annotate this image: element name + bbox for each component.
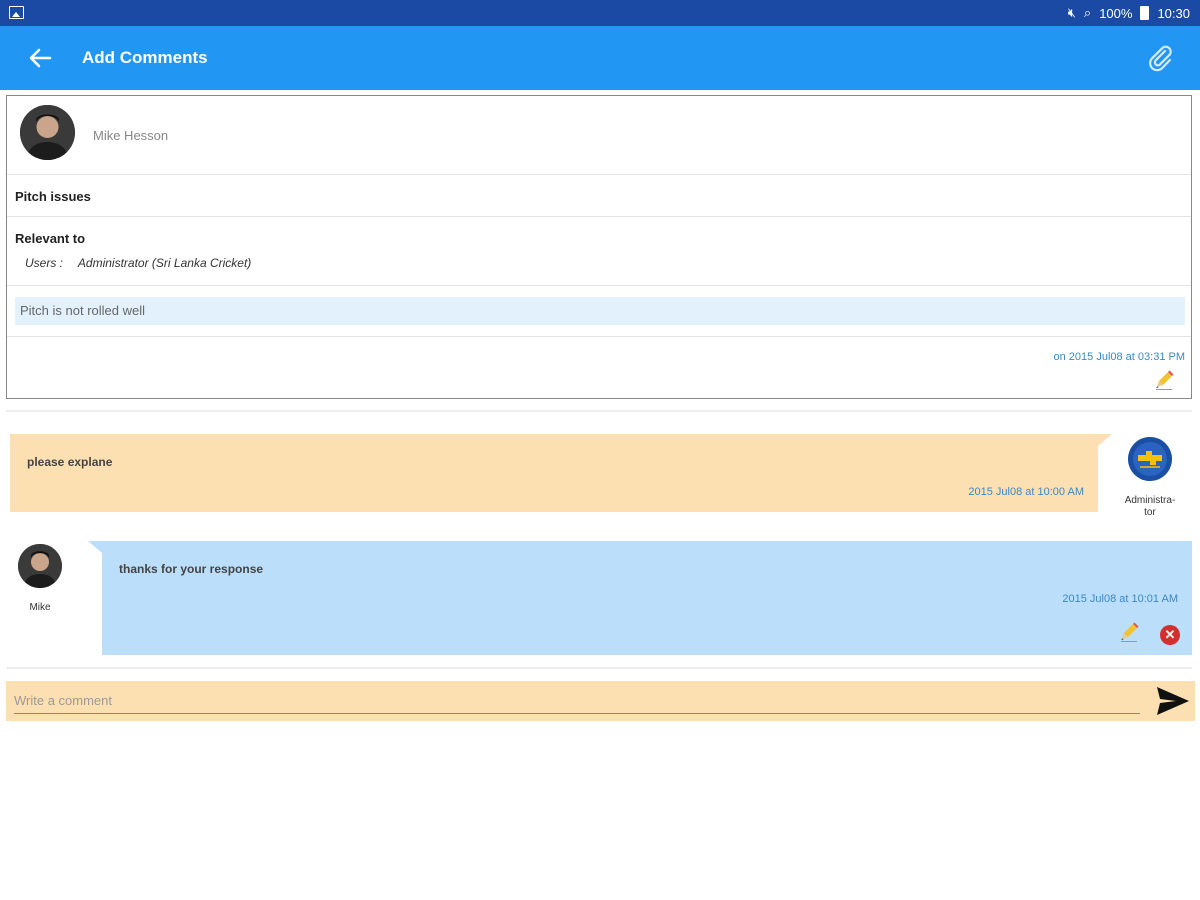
bubble-tail: [88, 541, 102, 553]
back-arrow-icon[interactable]: [24, 42, 56, 74]
user-username: Mike: [29, 602, 51, 613]
separator: [7, 285, 1191, 286]
attachment-icon[interactable]: [1144, 42, 1176, 74]
separator: [7, 216, 1191, 217]
section-divider: [6, 667, 1192, 669]
separator: [7, 336, 1191, 337]
edit-pencil-icon[interactable]: [1118, 621, 1140, 643]
section-divider: [6, 410, 1192, 412]
delete-icon[interactable]: ✕: [1160, 625, 1180, 645]
topic-description: Pitch is not rolled well: [15, 297, 1185, 325]
relevant-users: Users : Administrator (Sri Lanka Cricket…: [25, 256, 251, 270]
status-icons: 🔇︎ ⌕ 100% 10:30: [1068, 5, 1190, 21]
gallery-notification-icon: [9, 6, 24, 19]
status-bar: 🔇︎ ⌕ 100% 10:30: [0, 0, 1200, 26]
battery-icon: [1140, 6, 1150, 20]
topic-posted-date: on 2015 Jul08 at 03:31 PM: [1053, 351, 1185, 363]
comment-input[interactable]: [14, 687, 1140, 714]
comment-date: 2015 Jul08 at 10:00 AM: [968, 486, 1084, 498]
comment-text: thanks for your response: [119, 562, 264, 576]
relevant-heading: Relevant to: [15, 231, 86, 246]
wifi-signal-icon: ⌕: [1083, 5, 1092, 20]
comment-date: 2015 Jul08 at 10:01 AM: [1062, 593, 1178, 605]
user-avatar: [18, 544, 62, 588]
battery-percent: 100%: [1099, 5, 1133, 21]
topic-subject: Pitch issues: [15, 189, 91, 204]
mute-icon: 🔇︎: [1067, 5, 1076, 20]
topic-card: Mike Hesson Pitch issues Relevant to Use…: [6, 95, 1192, 399]
edit-pencil-icon[interactable]: [1153, 369, 1175, 391]
bubble-tail: [1098, 434, 1112, 446]
admin-avatar: [1128, 437, 1172, 481]
send-icon[interactable]: [1155, 684, 1191, 718]
comment-bubble-user: thanks for your response 2015 Jul08 at 1…: [102, 541, 1192, 655]
author-avatar: [20, 105, 75, 160]
comment-text: please explane: [27, 455, 113, 469]
separator: [7, 174, 1191, 175]
page-title: Add Comments: [82, 48, 208, 67]
comment-bubble-admin: please explane 2015 Jul08 at 10:00 AM: [10, 434, 1098, 512]
app-bar: Add Comments: [0, 26, 1200, 90]
users-value: Administrator (Sri Lanka Cricket): [77, 256, 252, 270]
users-label: Users :: [25, 256, 64, 270]
author-name: Mike Hesson: [93, 128, 169, 143]
clock: 10:30: [1157, 5, 1190, 21]
admin-username: Administra- tor: [1124, 495, 1176, 518]
comment-composer: [6, 681, 1195, 721]
